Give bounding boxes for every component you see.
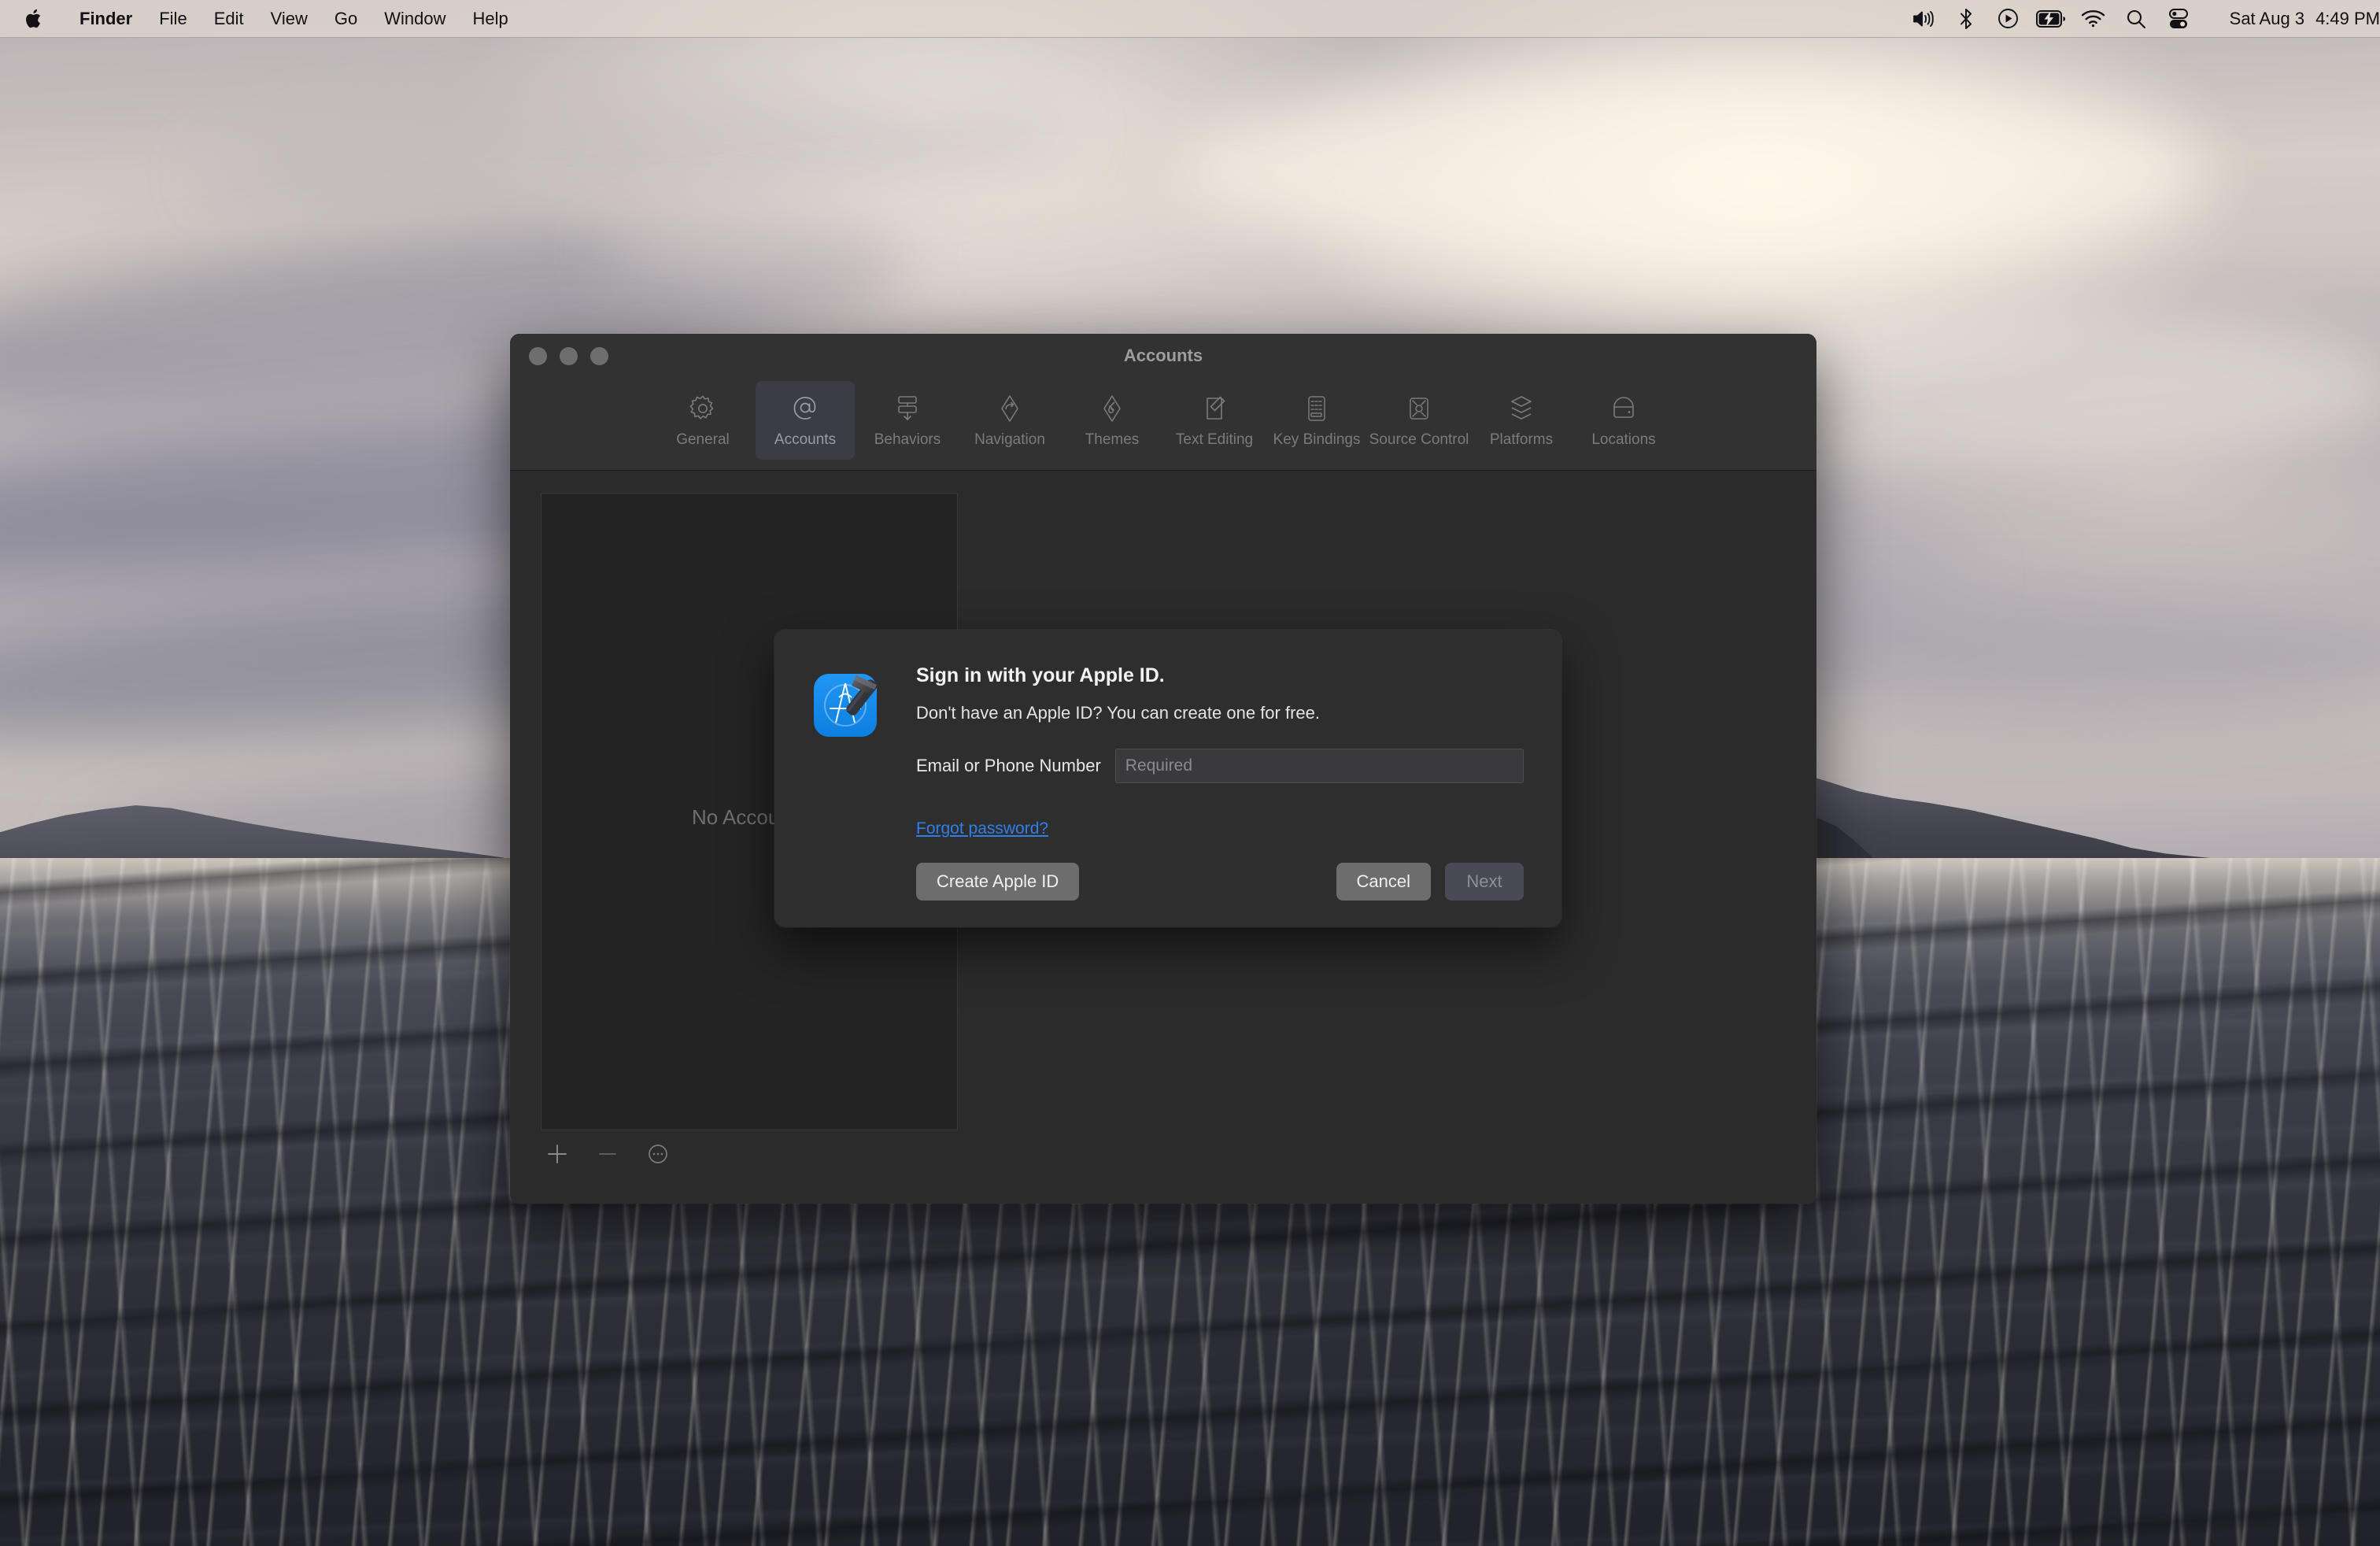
- battery-charging-icon[interactable]: [2030, 0, 2072, 38]
- menubar-clock[interactable]: Sat Aug 3 4:49 PM: [2230, 9, 2380, 29]
- toolbar-label: Behaviors: [874, 431, 941, 448]
- toolbar-item-themes[interactable]: Themes: [1062, 381, 1162, 460]
- apple-logo-icon[interactable]: [25, 8, 44, 30]
- email-field-label: Email or Phone Number: [916, 756, 1101, 775]
- menu-item-view[interactable]: View: [257, 0, 321, 38]
- window-titlebar: Accounts: [510, 334, 1816, 378]
- locations-icon: [1607, 392, 1640, 425]
- control-center-icon[interactable]: [2157, 0, 2200, 38]
- toolbar-item-accounts[interactable]: Accounts: [756, 381, 855, 460]
- dialog-content: Sign in with your Apple ID. Don't have a…: [916, 664, 1524, 901]
- toolbar-item-locations[interactable]: Locations: [1574, 381, 1673, 460]
- text-editing-icon: [1198, 392, 1231, 425]
- preferences-toolbar: General Accounts Behaviors Navigation Th…: [510, 378, 1816, 471]
- menu-item-edit[interactable]: Edit: [201, 0, 257, 38]
- toolbar-item-navigation[interactable]: Navigation: [960, 381, 1059, 460]
- search-icon[interactable]: [2115, 0, 2157, 38]
- menu-item-go[interactable]: Go: [321, 0, 371, 38]
- next-button[interactable]: Next: [1445, 863, 1524, 901]
- keyboard-icon: [1300, 392, 1333, 425]
- toolbar-item-behaviors[interactable]: Behaviors: [858, 381, 957, 460]
- menu-bar: Finder File Edit View Go Window Help Sat…: [0, 0, 2380, 38]
- email-field-row: Email or Phone Number: [916, 749, 1524, 783]
- toolbar-item-key-bindings[interactable]: Key Bindings: [1267, 381, 1366, 460]
- toolbar-item-text-editing[interactable]: Text Editing: [1165, 381, 1264, 460]
- close-button[interactable]: [529, 346, 547, 365]
- forgot-password-link[interactable]: Forgot password?: [916, 819, 1048, 838]
- volume-icon[interactable]: [1902, 0, 1945, 38]
- now-playing-icon[interactable]: [1987, 0, 2030, 38]
- platforms-icon: [1505, 392, 1538, 425]
- menubar-status-area: [1902, 0, 2200, 38]
- source-control-icon: [1402, 392, 1436, 425]
- zoom-button[interactable]: [590, 346, 608, 365]
- wifi-icon[interactable]: [2072, 0, 2115, 38]
- toolbar-label: Locations: [1591, 431, 1656, 448]
- window-controls: [529, 346, 608, 365]
- toolbar-item-source-control[interactable]: Source Control: [1369, 381, 1469, 460]
- bluetooth-icon[interactable]: [1945, 0, 1987, 38]
- menu-item-finder[interactable]: Finder: [66, 0, 146, 38]
- toolbar-label: Navigation: [974, 431, 1045, 448]
- email-or-phone-input[interactable]: [1114, 749, 1524, 783]
- toolbar-label: Text Editing: [1175, 431, 1254, 448]
- account-options-button[interactable]: [641, 1137, 674, 1171]
- toolbar-label: Key Bindings: [1273, 431, 1361, 448]
- toolbar-label: Themes: [1085, 431, 1140, 448]
- toolbar-label: Source Control: [1369, 431, 1469, 448]
- gear-icon: [686, 392, 719, 425]
- minimize-button[interactable]: [560, 346, 578, 365]
- menubar-time: 4:49 PM: [2315, 8, 2380, 28]
- xcode-icon: [809, 664, 889, 901]
- dialog-heading: Sign in with your Apple ID.: [916, 664, 1165, 686]
- menu-item-help[interactable]: Help: [460, 0, 522, 38]
- menu-item-window[interactable]: Window: [371, 0, 459, 38]
- toolbar-item-platforms[interactable]: Platforms: [1472, 381, 1571, 460]
- toolbar-label: Accounts: [774, 431, 837, 448]
- window-title: Accounts: [1123, 346, 1203, 365]
- remove-account-button[interactable]: [591, 1137, 624, 1171]
- accounts-list-footer: [541, 1137, 674, 1171]
- themes-icon: [1096, 392, 1129, 425]
- navigation-icon: [993, 392, 1026, 425]
- cancel-button[interactable]: Cancel: [1336, 863, 1431, 901]
- add-account-button[interactable]: [541, 1137, 574, 1171]
- dialog-inner: Sign in with your Apple ID. Don't have a…: [809, 664, 1524, 901]
- toolbar-label: Platforms: [1489, 431, 1554, 448]
- dialog-subtitle: Don't have an Apple ID? You can create o…: [916, 703, 1321, 723]
- behaviors-icon: [891, 392, 924, 425]
- create-apple-id-button[interactable]: Create Apple ID: [916, 863, 1080, 901]
- menubar-date: Sat Aug 3: [2229, 8, 2305, 28]
- toolbar-label: General: [676, 431, 730, 448]
- desktop: Finder File Edit View Go Window Help Sat…: [0, 0, 2380, 1546]
- at-sign-icon: [789, 392, 822, 425]
- toolbar-item-general[interactable]: General: [653, 381, 752, 460]
- dialog-button-row: Create Apple ID Cancel Next: [916, 863, 1524, 901]
- menu-item-file[interactable]: File: [146, 0, 200, 38]
- apple-id-signin-dialog: Sign in with your Apple ID. Don't have a…: [774, 630, 1561, 927]
